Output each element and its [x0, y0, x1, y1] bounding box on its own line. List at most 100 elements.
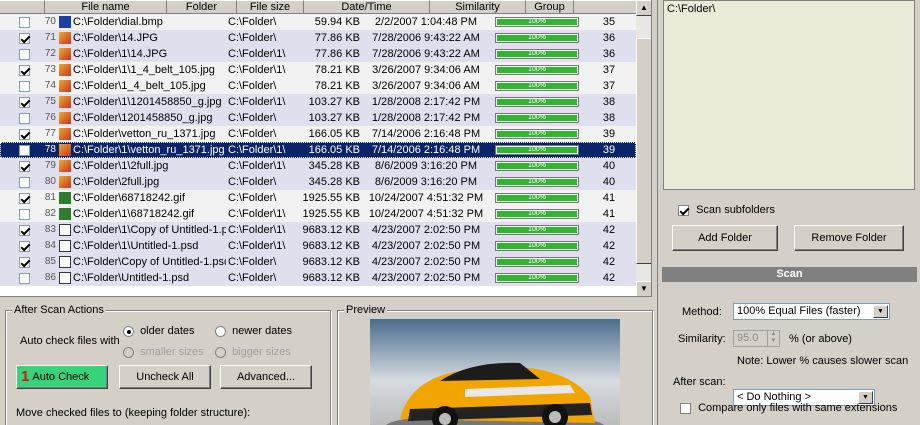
- scroll-down-arrow-icon[interactable]: ▼: [636, 281, 651, 296]
- jpg-file-icon: [59, 160, 71, 172]
- header-folder[interactable]: Folder: [167, 0, 237, 14]
- row-file-name[interactable]: C:\Folder\1\14.JPG: [73, 46, 226, 62]
- row-checkbox[interactable]: [19, 256, 30, 268]
- advanced-button[interactable]: Advanced...: [220, 365, 312, 389]
- header-similarity[interactable]: Similarity: [430, 0, 526, 14]
- similarity-bar: 100%: [495, 97, 579, 107]
- header-file-name[interactable]: File name: [45, 0, 167, 14]
- row-group: 42: [602, 240, 616, 252]
- scan-subfolders-checkbox[interactable]: [678, 204, 689, 216]
- table-row[interactable]: 70 C:\Folder\dial.bmp C:\Folder\ 59.94 KB 2/…: [0, 14, 636, 30]
- header-date-time[interactable]: Date/Time: [304, 0, 430, 14]
- table-row[interactable]: 84 C:\Folder\1\Untitled-1.psd C:\Folder\1\…: [0, 238, 636, 254]
- radio-smaller-sizes: smaller sizes: [123, 346, 204, 358]
- folder-list[interactable]: C:\Folder\: [663, 0, 915, 190]
- compare-extensions-option[interactable]: Compare only files with same extensions: [680, 402, 897, 414]
- row-checkbox[interactable]: [19, 272, 30, 284]
- radio-older-dates-button[interactable]: [123, 325, 134, 337]
- table-row[interactable]: 85 C:\Folder\Copy of Untitled-1.psd C:\Fol…: [0, 254, 636, 270]
- row-checkbox[interactable]: [19, 144, 30, 156]
- similarity-bar: 100%: [495, 113, 579, 123]
- row-checkbox[interactable]: [19, 192, 30, 204]
- row-file-name[interactable]: C:\Folder\14.JPG: [73, 30, 226, 46]
- table-row[interactable]: 72 C:\Folder\1\14.JPG C:\Folder\1\ 77.86 KB…: [0, 46, 636, 62]
- table-row[interactable]: 73 C:\Folder\1\1_4_belt_105.jpg C:\Folder\…: [0, 62, 636, 78]
- table-body[interactable]: 70 C:\Folder\dial.bmp C:\Folder\ 59.94 KB 2/…: [0, 14, 636, 286]
- row-checkbox[interactable]: [19, 80, 30, 92]
- row-file-size: 1925.55 KB: [302, 192, 361, 204]
- row-file-name[interactable]: C:\Folder\68718242.gif: [73, 190, 226, 206]
- row-similarity: 100%: [489, 238, 585, 254]
- row-checkbox[interactable]: [19, 64, 30, 76]
- folder-list-item[interactable]: C:\Folder\: [664, 1, 914, 17]
- row-file-name[interactable]: C:\Folder\1_4_belt_105.jpg: [73, 78, 226, 94]
- row-file-name[interactable]: C:\Folder\dial.bmp: [73, 14, 226, 30]
- row-file-name[interactable]: C:\Folder\Copy of Untitled-1.psd: [73, 254, 226, 270]
- table-row[interactable]: 82 C:\Folder\1\68718242.gif C:\Folder\1\ 19…: [0, 206, 636, 222]
- row-date-time: 1/28/2008 2:17:42 PM: [371, 96, 481, 108]
- add-folder-button[interactable]: Add Folder: [672, 225, 778, 251]
- row-checkbox[interactable]: [19, 96, 30, 108]
- row-date-time: 8/6/2009 3:16:20 PM: [374, 160, 478, 172]
- header-file-size[interactable]: File size: [237, 0, 304, 14]
- table-row[interactable]: 78 C:\Folder\1\vetton_ru_1371.jpg C:\Folde…: [0, 142, 636, 158]
- table-row[interactable]: 83 C:\Folder\1\Copy of Untitled-1.psd C:\F…: [0, 222, 636, 238]
- table-row[interactable]: 86 C:\Folder\Untitled-1.psd C:\Folder\ 9683…: [0, 270, 636, 286]
- row-file-name[interactable]: C:\Folder\1\1201458850_g.jpg: [73, 94, 226, 110]
- bigger-sizes-label: bigger sizes: [232, 346, 291, 359]
- row-file-name[interactable]: C:\Folder\vetton_ru_1371.jpg: [73, 126, 226, 142]
- row-checkbox[interactable]: [19, 208, 30, 220]
- table-row[interactable]: 77 C:\Folder\vetton_ru_1371.jpg C:\Folder\…: [0, 126, 636, 142]
- header-check[interactable]: [0, 0, 45, 14]
- header-group[interactable]: Group: [526, 0, 574, 14]
- compare-extensions-checkbox[interactable]: [680, 402, 691, 414]
- similarity-bar-fill: 100%: [497, 34, 577, 41]
- row-file-name[interactable]: C:\Folder\2full.jpg: [73, 174, 226, 190]
- radio-newer-dates[interactable]: newer dates: [215, 325, 292, 337]
- results-table[interactable]: File name Folder File size Date/Time Sim…: [0, 0, 652, 297]
- row-file-name[interactable]: C:\Folder\1\1_4_belt_105.jpg: [73, 62, 226, 78]
- row-file-name[interactable]: C:\Folder\1\Copy of Untitled-1.psd: [73, 222, 226, 238]
- table-row[interactable]: 76 C:\Folder\1201458850_g.jpg C:\Folder\ 10…: [0, 110, 636, 126]
- row-similarity: 100%: [489, 62, 585, 78]
- scroll-up-arrow-icon[interactable]: ▲: [636, 0, 651, 16]
- row-file-name[interactable]: C:\Folder\Untitled-1.psd: [73, 270, 226, 286]
- table-row[interactable]: 74 C:\Folder\1_4_belt_105.jpg C:\Folder\ 78…: [0, 78, 636, 94]
- method-dropdown-arrow-icon[interactable]: ▼: [873, 305, 888, 318]
- table-scrollbar[interactable]: ▲ ▼: [636, 0, 651, 296]
- row-checkbox[interactable]: [19, 240, 30, 252]
- table-row[interactable]: 75 C:\Folder\1\1201458850_g.jpg C:\Folder\…: [0, 94, 636, 110]
- row-folder: C:\Folder\: [228, 272, 277, 284]
- row-checkbox[interactable]: [19, 224, 30, 236]
- row-file-name[interactable]: C:\Folder\1\2full.jpg: [73, 158, 226, 174]
- row-checkbox[interactable]: [19, 176, 30, 188]
- row-checkbox[interactable]: [19, 32, 30, 44]
- table-row[interactable]: 80 C:\Folder\2full.jpg C:\Folder\ 345.28 KB…: [0, 174, 636, 190]
- row-file-name[interactable]: C:\Folder\1\Untitled-1.psd: [73, 238, 226, 254]
- row-file-name[interactable]: C:\Folder\1\vetton_ru_1371.jpg: [73, 142, 226, 158]
- radio-newer-dates-button[interactable]: [215, 325, 226, 337]
- table-row[interactable]: 71 C:\Folder\14.JPG C:\Folder\ 77.86 KB 7/28…: [0, 30, 636, 46]
- jpg-file-icon: [59, 144, 71, 156]
- row-checkbox[interactable]: [19, 160, 30, 172]
- radio-older-dates[interactable]: older dates: [123, 325, 195, 337]
- row-group: 39: [602, 128, 616, 140]
- table-row[interactable]: 79 C:\Folder\1\2full.jpg C:\Folder\1\ 345.2…: [0, 158, 636, 174]
- row-number: 71: [44, 32, 56, 43]
- scan-subfolders-option[interactable]: Scan subfolders: [678, 204, 775, 216]
- row-checkbox[interactable]: [19, 48, 30, 60]
- row-file-size: 59.94 KB: [314, 16, 360, 28]
- row-checkbox[interactable]: [19, 16, 30, 28]
- row-file-name[interactable]: C:\Folder\1\68718242.gif: [73, 206, 226, 222]
- row-group: 35: [602, 16, 616, 28]
- row-checkbox[interactable]: [19, 112, 30, 124]
- row-file-name[interactable]: C:\Folder\1201458850_g.jpg: [73, 110, 226, 126]
- similarity-bar: 100%: [495, 209, 579, 219]
- table-row[interactable]: 81 C:\Folder\68718242.gif C:\Folder\ 1925.5…: [0, 190, 636, 206]
- auto-check-button[interactable]: 1 Auto Check: [16, 365, 108, 389]
- method-select[interactable]: 100% Equal Files (faster) ▼: [733, 303, 890, 320]
- remove-folder-button[interactable]: Remove Folder: [794, 225, 904, 251]
- row-checkbox[interactable]: [19, 128, 30, 140]
- scrollbar-thumb[interactable]: [636, 38, 651, 264]
- uncheck-all-button[interactable]: Uncheck All: [119, 365, 211, 389]
